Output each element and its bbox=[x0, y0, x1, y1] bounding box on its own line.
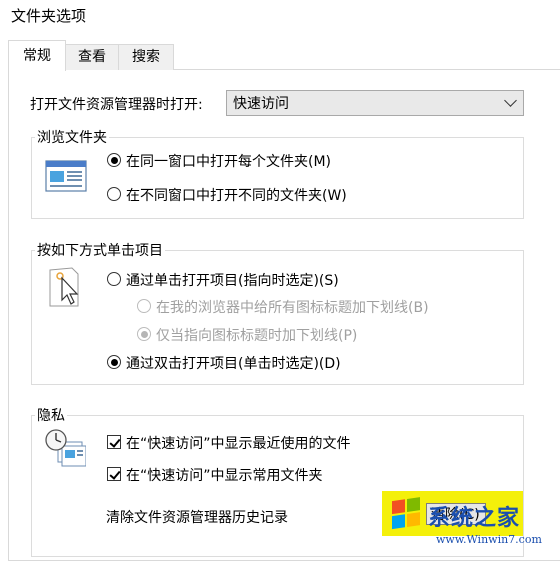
open-explorer-dropdown[interactable]: 快速访问 bbox=[226, 90, 524, 116]
open-explorer-value: 快速访问 bbox=[233, 96, 289, 112]
radio-same-window-label: 在同一窗口中打开每个文件夹(M) bbox=[126, 154, 332, 170]
browse-folder-window-icon bbox=[45, 160, 87, 192]
windows-logo-icon bbox=[392, 497, 422, 531]
open-explorer-label: 打开文件资源管理器时打开: bbox=[30, 97, 203, 113]
radio-underline-hover bbox=[137, 327, 151, 341]
radio-same-window[interactable] bbox=[107, 153, 121, 167]
radio-double-click-label: 通过双击打开项目(单击时选定)(D) bbox=[126, 356, 341, 372]
radio-double-click[interactable] bbox=[107, 355, 121, 369]
click-items-title: 按如下方式单击项目 bbox=[35, 240, 165, 260]
browse-folders-title: 浏览文件夹 bbox=[35, 127, 109, 147]
checkbox-recent-files[interactable] bbox=[107, 435, 121, 449]
tab-search[interactable]: 搜索 bbox=[118, 44, 174, 70]
browse-folders-group bbox=[31, 137, 524, 219]
watermark-text: 系统之家 bbox=[428, 505, 521, 531]
chevron-down-icon bbox=[504, 94, 517, 107]
checkbox-recent-files-label: 在“快速访问”中显示最近使用的文件 bbox=[126, 436, 351, 452]
title-bar: 文件夹选项 bbox=[0, 0, 560, 34]
radio-underline-hover-label: 仅当指向图标标题时加下划线(P) bbox=[156, 328, 358, 344]
radio-single-click-label: 通过单击打开项目(指向时选定)(S) bbox=[126, 273, 339, 289]
pointer-click-icon bbox=[49, 267, 79, 307]
watermark-url: www.Winwin7.com bbox=[436, 533, 542, 546]
clock-documents-icon bbox=[45, 429, 86, 467]
radio-new-window[interactable] bbox=[107, 187, 121, 201]
tab-general[interactable]: 常规 bbox=[8, 40, 66, 71]
checkbox-frequent-folders[interactable] bbox=[107, 467, 121, 481]
watermark: 系统之家 www.Winwin7.com bbox=[392, 493, 560, 551]
clear-history-label: 清除文件资源管理器历史记录 bbox=[106, 510, 288, 526]
privacy-title: 隐私 bbox=[35, 405, 67, 425]
tab-view[interactable]: 查看 bbox=[64, 44, 120, 70]
window-title: 文件夹选项 bbox=[11, 7, 87, 25]
checkbox-frequent-folders-label: 在“快速访问”中显示常用文件夹 bbox=[126, 468, 323, 484]
radio-single-click[interactable] bbox=[107, 272, 121, 286]
radio-underline-always-label: 在我的浏览器中给所有图标标题加下划线(B) bbox=[156, 300, 429, 316]
radio-underline-always bbox=[137, 299, 151, 313]
radio-new-window-label: 在不同窗口中打开不同的文件夹(W) bbox=[126, 188, 347, 204]
